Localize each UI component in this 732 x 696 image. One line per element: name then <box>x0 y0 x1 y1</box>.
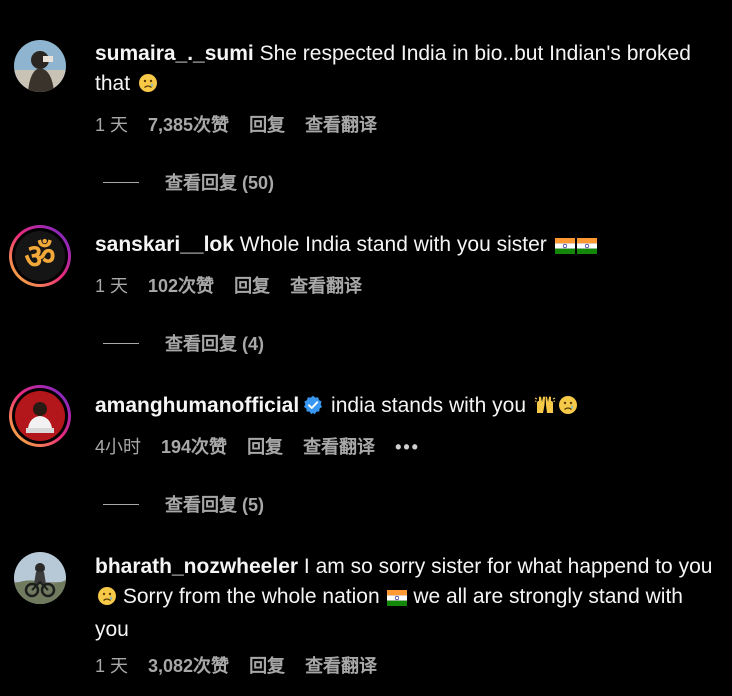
comment-meta: 1 天 7,385次赞 回复 查看翻译 <box>95 113 397 137</box>
reply-button[interactable]: 回复 <box>247 435 283 459</box>
avatar[interactable]: ॐ <box>8 224 72 288</box>
like-count[interactable]: 3,082次赞 <box>148 654 229 678</box>
crying-face-icon <box>97 585 117 615</box>
raising-hands-icon <box>534 394 556 424</box>
svg-text:ॐ: ॐ <box>24 237 55 277</box>
crying-face-icon <box>558 394 578 424</box>
reply-button[interactable]: 回复 <box>249 113 285 137</box>
india-flag-icon <box>554 233 575 263</box>
see-translation-button[interactable]: 查看翻译 <box>305 113 377 137</box>
see-translation-button[interactable]: 查看翻译 <box>305 654 377 678</box>
view-replies-label: 查看回复 (50) <box>165 173 275 193</box>
divider-line <box>103 503 139 505</box>
view-replies-button[interactable]: 查看回复 (4) <box>103 331 264 355</box>
comment-meta: 1 天 102次赞 回复 查看翻译 <box>95 274 382 298</box>
india-flag-icon <box>576 233 597 263</box>
comment-username[interactable]: sanskari__lok <box>95 233 234 256</box>
comment-username[interactable]: sumaira_._sumi <box>95 42 254 65</box>
comment-meta: 4小时 194次赞 回复 查看翻译 ••• <box>95 435 440 459</box>
like-count[interactable]: 7,385次赞 <box>148 113 229 137</box>
see-translation-button[interactable]: 查看翻译 <box>303 435 375 459</box>
reply-button[interactable]: 回复 <box>249 654 285 678</box>
comment-username[interactable]: amanghumanofficial <box>95 394 299 417</box>
crying-face-icon <box>138 72 158 102</box>
comment-text-part2: Sorry from the whole nation <box>122 585 380 608</box>
comment-time: 1 天 <box>95 656 129 676</box>
avatar[interactable] <box>14 552 66 604</box>
divider-line <box>103 181 139 183</box>
verified-badge-icon <box>303 394 323 424</box>
comment-time: 1 天 <box>95 115 129 135</box>
comment-body: sanskari__lok Whole India stand with you… <box>95 230 720 263</box>
avatar[interactable] <box>8 384 72 448</box>
see-translation-button[interactable]: 查看翻译 <box>290 274 362 298</box>
comment-text: Whole India stand with you sister <box>239 233 547 256</box>
view-replies-label: 查看回复 (4) <box>165 334 264 354</box>
comment-text: india stands with you <box>331 394 526 417</box>
comment-text-part1: I am so sorry sister for what happend to… <box>303 555 713 578</box>
comment-time: 4小时 <box>95 437 142 457</box>
comment-time: 1 天 <box>95 276 129 296</box>
comment-body: bharath_nozwheeler I am so sorry sister … <box>95 552 720 645</box>
india-flag-icon <box>387 585 408 615</box>
like-count[interactable]: 194次赞 <box>161 435 227 459</box>
view-replies-button[interactable]: 查看回复 (50) <box>103 170 274 194</box>
view-replies-label: 查看回复 (5) <box>165 495 264 515</box>
divider-line <box>103 342 139 344</box>
comment-body: amanghumanofficial india stands with you <box>95 391 720 424</box>
like-count[interactable]: 102次赞 <box>148 274 214 298</box>
reply-button[interactable]: 回复 <box>234 274 270 298</box>
view-replies-button[interactable]: 查看回复 (5) <box>103 492 264 516</box>
more-options-icon[interactable]: ••• <box>395 435 420 459</box>
comment-username[interactable]: bharath_nozwheeler <box>95 555 298 578</box>
avatar[interactable] <box>14 40 66 92</box>
comment-meta: 1 天 3,082次赞 回复 查看翻译 <box>95 654 397 678</box>
comment-body: sumaira_._sumi She respected India in bi… <box>95 39 720 102</box>
